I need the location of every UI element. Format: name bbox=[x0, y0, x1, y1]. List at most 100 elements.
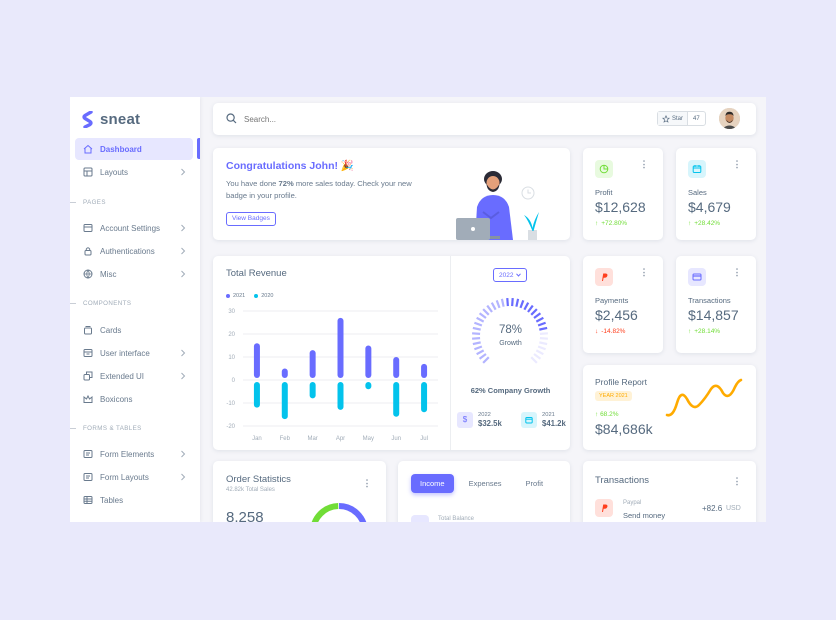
kebab-menu-icon[interactable]: ⋮ bbox=[732, 476, 742, 486]
kebab-menu-icon[interactable]: ⋮ bbox=[732, 267, 742, 277]
app-frame: sneat Dashboard Layouts PAGES Account Se… bbox=[70, 97, 766, 522]
brand[interactable]: sneat bbox=[82, 111, 140, 128]
profile-sparkline bbox=[665, 378, 743, 417]
sidebar-item-authentications[interactable]: Authentications bbox=[75, 240, 193, 262]
sidebar-item-layouts[interactable]: Layouts bbox=[75, 161, 193, 183]
wallet-icon bbox=[521, 411, 537, 428]
chevron-right-icon bbox=[181, 372, 186, 380]
y-tick-label: 20 bbox=[228, 332, 235, 338]
x-tick-label: Jul bbox=[420, 436, 428, 442]
tab-profit[interactable]: Profit bbox=[517, 474, 553, 493]
star-icon bbox=[662, 114, 670, 123]
sales-label: Sales bbox=[688, 188, 707, 197]
bar-2020-Apr bbox=[337, 382, 344, 410]
gauge-label: Growth bbox=[499, 340, 522, 347]
total-revenue-card: Total Revenue 2021 2020 30 20 10 0 -10 -20 Jan… bbox=[213, 256, 570, 450]
sales-change: ↑ +28.42% bbox=[688, 220, 720, 227]
card-icon bbox=[83, 224, 93, 232]
kebab-menu-icon[interactable]: ⋮ bbox=[639, 267, 649, 277]
sidebar-item-extended-ui[interactable]: Extended UI bbox=[75, 365, 193, 387]
bar-2021-May bbox=[365, 345, 372, 378]
chevron-down-icon bbox=[516, 273, 522, 277]
avatar[interactable] bbox=[719, 108, 740, 129]
bar-2020-Mar bbox=[309, 382, 316, 399]
kebab-menu-icon[interactable]: ⋮ bbox=[362, 478, 372, 488]
profit-label: Profit bbox=[595, 188, 613, 197]
y-tick-label: -10 bbox=[226, 401, 235, 407]
sidebar-item-tables[interactable]: Tables bbox=[75, 489, 193, 511]
kebab-menu-icon[interactable]: ⋮ bbox=[639, 159, 649, 169]
total-balance-label: Total Balance bbox=[438, 516, 475, 522]
bar-2020-Feb bbox=[281, 382, 288, 420]
sidebar-item-account-settings[interactable]: Account Settings bbox=[75, 217, 193, 239]
legend-dot bbox=[254, 294, 259, 298]
mini-year: 2021 bbox=[542, 412, 555, 418]
bar-2021-Jan bbox=[253, 343, 260, 378]
gauge-segment bbox=[478, 353, 487, 360]
bar-2020-Jun bbox=[393, 382, 400, 417]
order-donut-chart bbox=[310, 503, 368, 522]
sidebar-item-misc[interactable]: Misc bbox=[75, 263, 193, 285]
gauge-segment bbox=[482, 356, 490, 364]
sales-value: $4,679 bbox=[688, 199, 731, 215]
chevron-right-icon bbox=[181, 168, 186, 176]
gauge-segment bbox=[486, 304, 493, 313]
sidebar-item-boxicons[interactable]: Boxicons bbox=[75, 388, 193, 410]
bar-2021-Apr bbox=[337, 317, 344, 378]
tab-expenses[interactable]: Expenses bbox=[460, 474, 511, 493]
arrow-up-icon: ↑ bbox=[595, 220, 599, 227]
crown-icon bbox=[83, 394, 93, 403]
sidebar-item-cards[interactable]: Cards bbox=[75, 319, 193, 341]
sidebar-item-form-layouts[interactable]: Form Layouts bbox=[75, 466, 193, 488]
star-label-wrap: Star bbox=[658, 112, 689, 125]
bar-2021-Feb bbox=[281, 368, 288, 378]
active-indicator bbox=[197, 138, 200, 159]
layout-icon bbox=[83, 167, 93, 177]
profit-value: $12,628 bbox=[595, 199, 646, 215]
globe-icon bbox=[83, 269, 93, 279]
company-growth-text: 62% Company Growth bbox=[470, 386, 551, 395]
sidebar-item-label: Authentications bbox=[100, 246, 155, 256]
credit-card-icon bbox=[688, 268, 706, 286]
profile-report-title: Profile Report bbox=[595, 377, 647, 387]
github-star-button[interactable]: Star 47 bbox=[657, 111, 706, 126]
y-tick-label: -20 bbox=[226, 424, 235, 430]
sidebar-item-label: Tables bbox=[100, 495, 124, 505]
x-tick-label: Feb bbox=[280, 436, 291, 442]
search-icon[interactable] bbox=[226, 113, 237, 124]
view-badges-button[interactable]: View Badges bbox=[226, 212, 276, 226]
bar-2020-Jul bbox=[421, 382, 428, 413]
kebab-menu-icon[interactable]: ⋮ bbox=[732, 159, 742, 169]
sidebar-item-label: User interface bbox=[100, 348, 150, 358]
congrats-text: You have done 72% more sales today. Chec… bbox=[226, 178, 416, 202]
transactions-title: Transactions bbox=[595, 475, 650, 486]
gauge-segment bbox=[476, 316, 485, 323]
sidebar-item-label: Dashboard bbox=[100, 144, 142, 154]
income-card: Income Expenses Profit Total Balance bbox=[398, 461, 570, 522]
chevron-right-icon bbox=[181, 450, 186, 458]
gauge-segment bbox=[527, 304, 534, 313]
year-selector-label: 2022 bbox=[499, 271, 514, 279]
star-count: 47 bbox=[693, 115, 700, 122]
sidebar-item-label: Misc bbox=[100, 269, 117, 279]
sidebar-item-user-interface[interactable]: User interface bbox=[75, 342, 193, 364]
top-navbar: Star 47 bbox=[213, 103, 756, 135]
bar-2020-May bbox=[365, 382, 372, 390]
sidebar-item-form-elements[interactable]: Form Elements bbox=[75, 443, 193, 465]
sidebar-item-dashboard[interactable]: Dashboard bbox=[75, 138, 193, 160]
gauge-segment bbox=[490, 302, 497, 311]
search-input[interactable] bbox=[244, 112, 444, 126]
gauge-percent: 78% bbox=[498, 324, 523, 336]
gauge-segment bbox=[500, 298, 505, 307]
tab-income[interactable]: Income bbox=[411, 474, 454, 493]
bar-2020-Jan bbox=[253, 382, 260, 408]
profit-card: ⋮ Profit $12,628 ↑ +72.80% bbox=[583, 148, 663, 240]
order-stats-value: 8,258 bbox=[226, 509, 264, 522]
y-tick-label: 10 bbox=[228, 355, 235, 361]
legend-2021: 2021 bbox=[233, 293, 246, 299]
legend-item: 2020 bbox=[254, 293, 274, 299]
transactions-label: Transactions bbox=[688, 296, 731, 305]
payments-value: $2,456 bbox=[595, 307, 638, 323]
year-selector[interactable]: 2022 bbox=[493, 268, 528, 282]
payments-change-text: -14.82% bbox=[601, 328, 626, 335]
